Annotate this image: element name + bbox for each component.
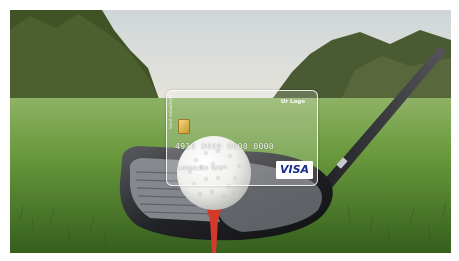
credit-card-overlay: Ur Logo YOUR SIGNATURE 4910 0000 0000 00… xyxy=(166,90,318,186)
card-side-text: YOUR SIGNATURE xyxy=(169,93,173,129)
card-logo-text: Ur Logo xyxy=(280,99,305,105)
visa-logo: VISA xyxy=(276,161,313,179)
photo-frame: Ur Logo YOUR SIGNATURE 4910 0000 0000 00… xyxy=(10,10,451,253)
card-number: 4910 0000 0000 0000 xyxy=(175,142,275,151)
card-chip-icon xyxy=(178,119,190,134)
cardholder-name: CARDHOLDER NAME xyxy=(178,166,224,172)
